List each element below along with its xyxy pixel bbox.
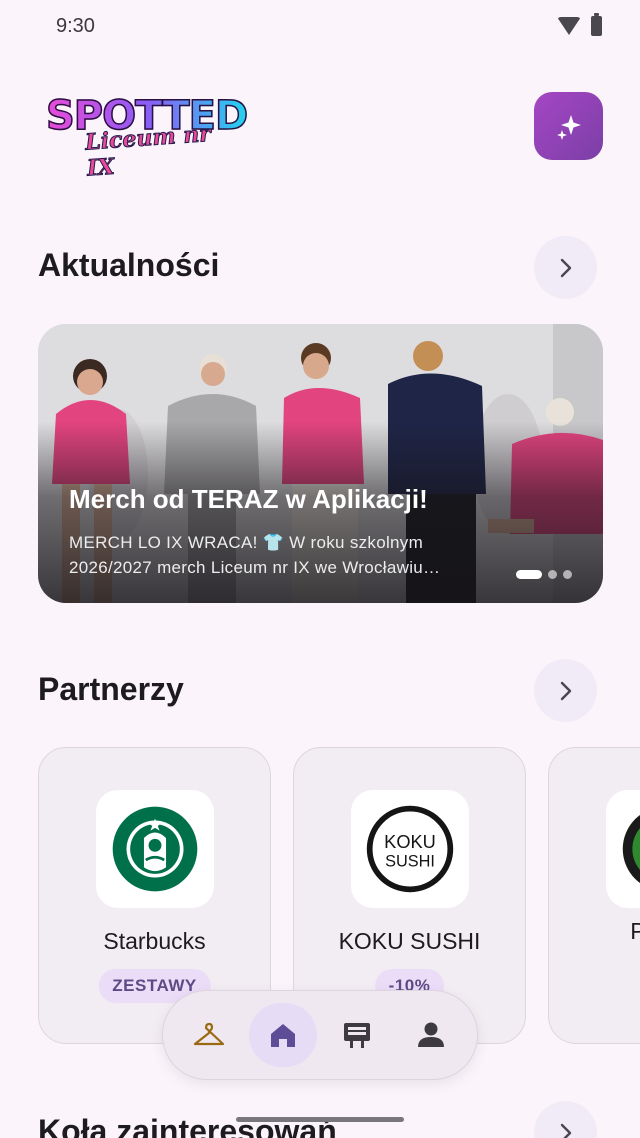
bottom-navigation xyxy=(162,990,478,1080)
news-card-body-line: 2026/2027 merch Liceum nr IX we Wrocławi… xyxy=(69,558,441,577)
koku-logo-text: KOKU xyxy=(384,831,436,852)
status-icons xyxy=(557,13,602,36)
sparkles-icon xyxy=(556,115,581,140)
chevron-right-icon xyxy=(560,681,571,700)
koku-sushi-logo: KOKU SUSHI xyxy=(351,790,469,908)
carousel-dot[interactable] xyxy=(548,570,557,579)
status-bar: 9:30 xyxy=(0,0,640,52)
news-card[interactable]: Merch od TERAZ w Aplikacji! MERCH LO IX … xyxy=(38,324,603,603)
interests-see-all-button[interactable] xyxy=(534,1101,597,1138)
partner-name: Starbucks xyxy=(103,928,206,954)
home-icon xyxy=(271,1024,295,1047)
carousel-dot-active[interactable] xyxy=(516,570,542,579)
news-card-body-line: MERCH LO IX WRACA! 👕 W roku szkolnym xyxy=(69,533,424,552)
partner-name: PA CO xyxy=(630,918,640,944)
news-card-body: MERCH LO IX WRACA! 👕 W roku szkolnym 202… xyxy=(69,530,489,580)
chevron-right-icon xyxy=(560,1123,571,1138)
partners-see-all-button[interactable] xyxy=(534,659,597,722)
status-time: 9:30 xyxy=(56,14,95,37)
board-icon xyxy=(344,1023,370,1048)
carousel-indicator xyxy=(516,570,572,579)
hanger-icon xyxy=(193,1022,225,1046)
nav-profile[interactable] xyxy=(397,1003,465,1067)
battery-icon xyxy=(591,13,602,36)
home-indicator[interactable] xyxy=(236,1117,404,1122)
partner-card-3[interactable]: PA CO xyxy=(548,747,640,1044)
ai-assistant-button[interactable] xyxy=(534,92,603,160)
carousel-dot[interactable] xyxy=(563,570,572,579)
partners-section-title: Partnerzy xyxy=(38,671,184,707)
app-logo: SPOTTED Liceum nr IX xyxy=(45,95,249,182)
starbucks-logo xyxy=(96,790,214,908)
logo-sub-text: Liceum nr IX xyxy=(84,120,212,182)
partner-3-logo xyxy=(606,790,640,908)
news-see-all-button[interactable] xyxy=(534,236,597,299)
news-card-title: Merch od TERAZ w Aplikacji! xyxy=(69,484,428,514)
nav-merch[interactable] xyxy=(175,1003,243,1067)
partner-name: KOKU SUSHI xyxy=(338,928,481,954)
nav-board[interactable] xyxy=(323,1003,391,1067)
wifi-icon xyxy=(557,17,581,35)
nav-home[interactable] xyxy=(249,1003,317,1067)
chevron-right-icon xyxy=(560,258,571,277)
news-section-title: Aktualności xyxy=(38,247,220,283)
profile-icon xyxy=(418,1022,444,1047)
sushi-logo-text: SUSHI xyxy=(385,852,435,870)
